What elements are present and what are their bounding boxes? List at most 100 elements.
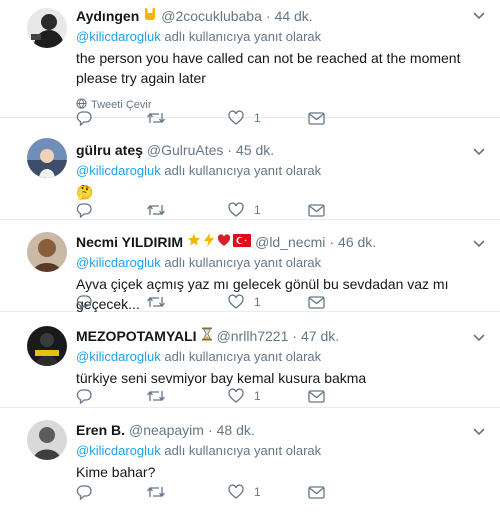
user-handle[interactable]: @2cocuklubaba [161, 6, 262, 26]
envelope-icon [308, 203, 325, 217]
direct-message-button[interactable] [308, 295, 384, 309]
tweet-header: Aydıngen @2cocuklubaba · 44 dk. [76, 6, 488, 26]
timestamp[interactable]: 45 dk. [236, 140, 274, 160]
reply-context: @kilicdarogluk adlı kullanıcıya yanıt ol… [76, 348, 488, 366]
heart-emoji-icon [217, 232, 231, 252]
envelope-icon [308, 485, 325, 499]
tweet-actions: 1 [76, 110, 384, 126]
reply-icon [76, 484, 92, 500]
like-button[interactable]: 1 [228, 294, 308, 310]
user-handle[interactable]: @ld_necmi [255, 232, 325, 252]
tweet-text: Kime bahar? [76, 464, 156, 480]
tweet-actions: 1 [76, 294, 384, 310]
reply-mention-link[interactable]: @kilicdarogluk [76, 443, 161, 458]
timestamp[interactable]: 46 dk. [338, 232, 376, 252]
retweet-button[interactable] [146, 110, 228, 126]
like-count: 1 [254, 295, 261, 309]
retweet-button[interactable] [146, 388, 228, 404]
reply-mention-link[interactable]: @kilicdarogluk [76, 349, 161, 364]
direct-message-button[interactable] [308, 203, 384, 217]
chevron-down-icon[interactable] [472, 144, 486, 156]
timestamp[interactable]: 44 dk. [275, 6, 313, 26]
display-name[interactable]: Aydıngen [76, 6, 139, 26]
reply-button[interactable] [76, 294, 152, 310]
tweet-item[interactable]: MEZOPOTAMYALI @nrllh7221 · 47 dk. @kilic… [0, 312, 500, 408]
tweet-header: Necmi YILDIRIM @ld_necmi · 46 dk. [76, 232, 488, 252]
reply-icon [76, 294, 92, 310]
like-button[interactable]: 1 [228, 202, 308, 218]
heart-icon [228, 294, 244, 310]
reply-button[interactable] [76, 388, 152, 404]
heart-icon [228, 388, 244, 404]
timestamp[interactable]: 48 dk. [217, 420, 255, 440]
reply-context-text: adlı kullanıcıya yanıt olarak [164, 29, 322, 44]
turkish-flag-emoji-icon [233, 232, 252, 252]
tweet-text: the person you have called can not be re… [76, 50, 461, 86]
user-handle[interactable]: @nrllh7221 [217, 326, 289, 346]
like-button[interactable]: 1 [228, 388, 308, 404]
timestamp[interactable]: 47 dk. [301, 326, 339, 346]
name-badges [201, 326, 213, 346]
display-name[interactable]: Eren B. [76, 420, 125, 440]
reply-button[interactable] [76, 110, 152, 126]
separator-dot: · [227, 142, 233, 158]
heart-icon [228, 110, 244, 126]
retweet-button[interactable] [146, 484, 228, 500]
tweet-item[interactable]: Aydıngen @2cocuklubaba · 44 dk. @kilicda… [0, 0, 500, 126]
like-count: 1 [254, 389, 261, 403]
reply-icon [76, 202, 92, 218]
envelope-icon [308, 111, 325, 125]
tweet-actions: 1 [76, 484, 384, 500]
direct-message-button[interactable] [308, 111, 384, 125]
retweet-icon [146, 294, 166, 310]
like-count: 1 [254, 485, 261, 499]
avatar[interactable] [27, 326, 67, 366]
user-handle[interactable]: @neapayim [129, 420, 204, 440]
chevron-down-icon[interactable] [472, 236, 486, 248]
avatar[interactable] [27, 232, 67, 272]
retweet-button[interactable] [146, 294, 228, 310]
envelope-icon [308, 295, 325, 309]
reply-context-text: adlı kullanıcıya yanıt olarak [164, 443, 322, 458]
reply-icon [76, 388, 92, 404]
display-name[interactable]: gülru ateş [76, 140, 143, 160]
avatar[interactable] [27, 8, 67, 48]
reply-context-text: adlı kullanıcıya yanıt olarak [164, 163, 322, 178]
chevron-down-icon[interactable] [472, 8, 486, 20]
display-name[interactable]: Necmi YILDIRIM [76, 232, 183, 252]
lightning-emoji-icon [203, 232, 215, 252]
retweet-icon [146, 110, 166, 126]
display-name[interactable]: MEZOPOTAMYALI [76, 326, 197, 346]
chevron-down-icon[interactable] [472, 330, 486, 342]
reply-mention-link[interactable]: @kilicdarogluk [76, 163, 161, 178]
like-count: 1 [254, 111, 261, 125]
tweet-item[interactable]: gülru ateş @GulruAtes · 45 dk. @kilicdar… [0, 128, 500, 220]
reply-context: @kilicdarogluk adlı kullanıcıya yanıt ol… [76, 28, 488, 46]
name-badges [143, 6, 157, 26]
tweet-actions: 1 [76, 388, 384, 404]
rock-hand-emoji-icon [143, 6, 157, 26]
like-button[interactable]: 1 [228, 110, 308, 126]
tweet-actions: 1 [76, 202, 384, 218]
reply-context: @kilicdarogluk adlı kullanıcıya yanıt ol… [76, 442, 488, 460]
hourglass-emoji-icon [201, 326, 213, 346]
tweet-text: türkiye seni sevmiyor bay kemal kusura b… [76, 370, 367, 386]
user-handle[interactable]: @GulruAtes [147, 140, 223, 160]
chevron-down-icon[interactable] [472, 424, 486, 436]
reply-mention-link[interactable]: @kilicdarogluk [76, 29, 161, 44]
heart-icon [228, 484, 244, 500]
tweet-item[interactable]: Necmi YILDIRIM @ld_necmi · 46 dk. @kilic… [0, 220, 500, 312]
retweet-button[interactable] [146, 202, 228, 218]
reply-button[interactable] [76, 202, 152, 218]
direct-message-button[interactable] [308, 389, 384, 403]
avatar[interactable] [27, 420, 67, 460]
tweet-text: 🤔 [76, 184, 94, 200]
tweet-item[interactable]: Eren B. @neapayim · 48 dk. @kilicdaroglu… [0, 408, 500, 512]
heart-icon [228, 202, 244, 218]
avatar[interactable] [27, 138, 67, 178]
direct-message-button[interactable] [308, 485, 384, 499]
reply-button[interactable] [76, 484, 152, 500]
like-button[interactable]: 1 [228, 484, 308, 500]
reply-context: @kilicdarogluk adlı kullanıcıya yanıt ol… [76, 254, 488, 272]
reply-mention-link[interactable]: @kilicdarogluk [76, 255, 161, 270]
